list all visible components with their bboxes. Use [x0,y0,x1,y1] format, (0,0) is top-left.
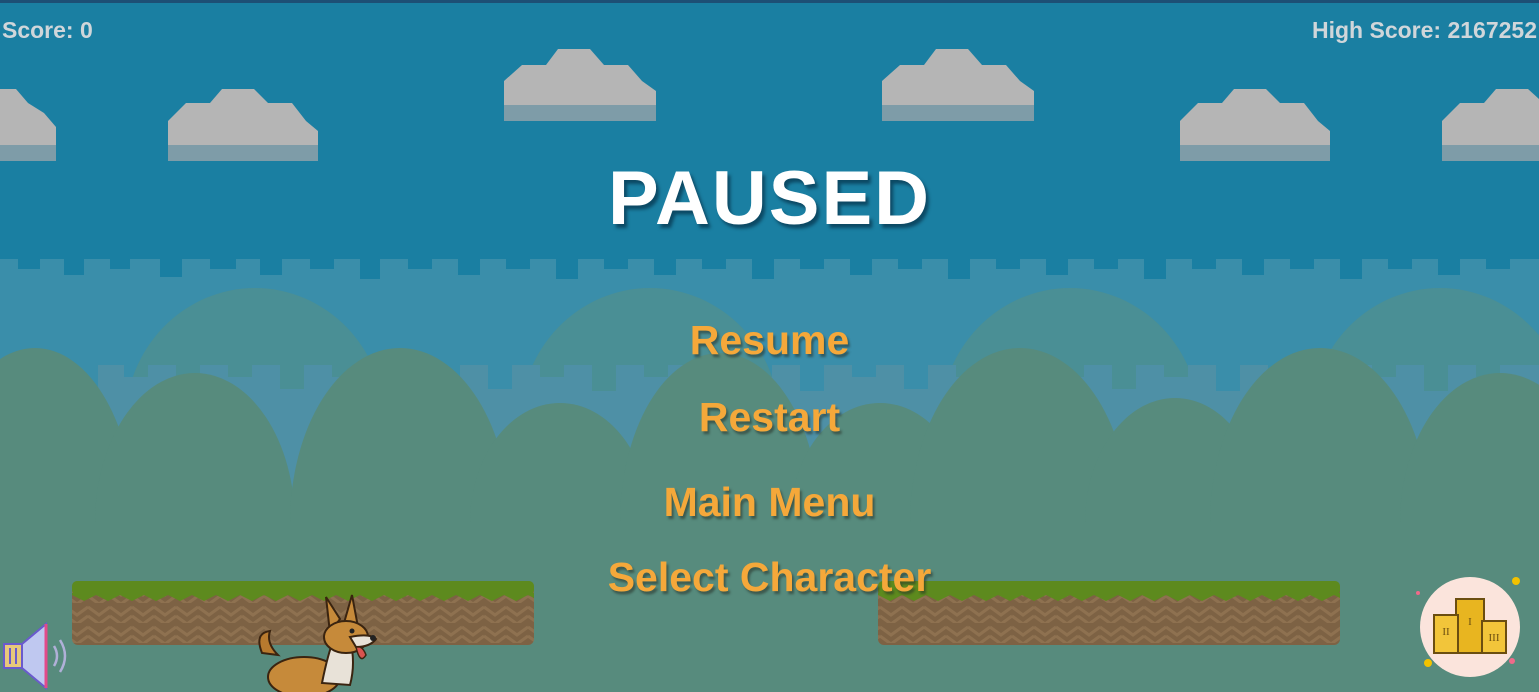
corgi-dog-character [258,594,378,692]
high-score-label: High Score: 2167252 [1311,17,1537,43]
podium-third-label: III [1489,632,1500,644]
select-character-label: Select Character [607,554,932,600]
main-menu-button[interactable]: Main Menu [0,479,1539,526]
leaderboard-button[interactable]: I II III [1412,573,1528,681]
speaker-icon [3,621,67,691]
restart-label: Restart [698,394,841,440]
resume-button[interactable]: Resume [0,317,1539,364]
select-character-button[interactable]: Select Character [0,554,1539,601]
main-menu-label: Main Menu [663,479,876,525]
game-screen: Score: 0 High Score: 2167252 PAUSED Resu… [0,0,1539,692]
score-label: Score: 0 [2,17,93,43]
sound-toggle-button[interactable] [2,620,74,692]
paused-title: PAUSED [607,156,932,241]
restart-button[interactable]: Restart [0,394,1539,441]
podium-second-label: II [1442,626,1450,638]
podium-first-label: I [1468,616,1472,628]
podium-icon: I II III [1416,577,1520,677]
resume-label: Resume [689,317,850,363]
